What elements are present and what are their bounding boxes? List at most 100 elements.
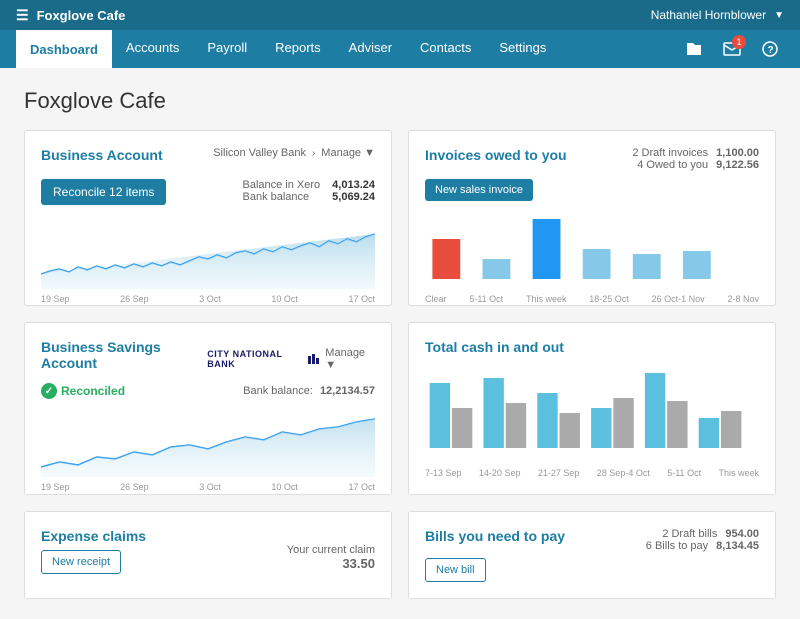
nav-adviser[interactable]: Adviser — [335, 30, 406, 68]
expense-claims-title: Expense claims — [41, 528, 146, 544]
invoices-title: Invoices owed to you — [425, 147, 567, 163]
chart-label-2: 26 Sep — [120, 294, 149, 304]
city-national-bank-logo: CITY NATIONAL BANK — [207, 349, 319, 369]
inv-label-4: 18-25 Oct — [589, 294, 629, 304]
bar2 — [312, 354, 315, 364]
cash-label-3: 21-27 Sep — [538, 468, 580, 478]
cash-label-6: This week — [718, 468, 759, 478]
account-bank-manage: Silicon Valley Bank › Manage ▼ — [213, 147, 375, 159]
mail-button[interactable]: 1 — [718, 35, 746, 63]
cash-label-2: 14-20 Sep — [479, 468, 521, 478]
savings-manage-link[interactable]: Manage ▼ — [325, 347, 375, 371]
user-chevron-icon: ▼ — [774, 10, 784, 21]
expense-content: New receipt Your current claim 33.50 — [41, 544, 375, 574]
nav-contacts[interactable]: Contacts — [406, 30, 485, 68]
mail-badge: 1 — [732, 35, 746, 49]
new-invoice-button[interactable]: New sales invoice — [425, 179, 533, 201]
check-icon: ✓ — [41, 383, 57, 399]
bills-to-pay-value: 8,134.45 — [716, 540, 759, 552]
chart-label-5: 17 Oct — [348, 294, 375, 304]
balance-xero-label: Balance in Xero — [243, 179, 321, 191]
balance-xero-value: 4,013.24 — [332, 179, 375, 191]
current-claim-section: Your current claim 33.50 — [287, 544, 375, 571]
inv-label-1: Clear — [425, 294, 447, 304]
company-name: Foxglove Cafe — [37, 8, 126, 23]
invoices-chart: Clear 5-11 Oct This week 18-25 Oct 26 Oc… — [425, 209, 759, 289]
bills-to-pay-row: 6 Bills to pay 8,134.45 — [646, 540, 759, 552]
page-content: Foxglove Cafe Business Account Silicon V… — [0, 68, 800, 619]
top-bar: ☰ Foxglove Cafe Nathaniel Hornblower ▼ — [0, 0, 800, 30]
business-account-card: Business Account Silicon Valley Bank › M… — [24, 130, 392, 306]
menu-icon: ☰ — [16, 7, 29, 24]
nav-reports[interactable]: Reports — [261, 30, 335, 68]
inv-label-5: 26 Oct-1 Nov — [652, 294, 705, 304]
savings-chart: 19 Sep 26 Sep 3 Oct 10 Oct 17 Oct — [41, 407, 375, 477]
files-button[interactable] — [680, 35, 708, 63]
business-chart-labels: 19 Sep 26 Sep 3 Oct 10 Oct 17 Oct — [41, 294, 375, 304]
new-bill-button[interactable]: New bill — [425, 558, 486, 582]
savings-chart-labels: 19 Sep 26 Sep 3 Oct 10 Oct 17 Oct — [41, 482, 375, 492]
page-title: Foxglove Cafe — [24, 88, 776, 114]
chart-label-1: 19 Sep — [41, 294, 70, 304]
business-bank-name: Silicon Valley Bank — [213, 147, 306, 159]
bar1 — [308, 356, 311, 364]
savings-bank-manage: CITY NATIONAL BANK Manage ▼ — [207, 347, 375, 371]
cash-label-4: 28 Sep-4 Oct — [597, 468, 650, 478]
owed-label: 4 Owed to you — [637, 159, 708, 171]
balance-bank-row: Bank balance 5,069.24 — [243, 191, 376, 203]
sav-label-5: 17 Oct — [348, 482, 375, 492]
svg-text:?: ? — [768, 45, 774, 56]
nav-settings[interactable]: Settings — [485, 30, 560, 68]
draft-invoices-value: 1,100.00 — [716, 147, 759, 159]
sav-label-1: 19 Sep — [41, 482, 70, 492]
dashboard-grid: Business Account Silicon Valley Bank › M… — [24, 130, 776, 599]
user-menu[interactable]: Nathaniel Hornblower ▼ — [651, 8, 784, 22]
nav-dashboard[interactable]: Dashboard — [16, 30, 112, 68]
savings-account-card: Business Savings Account CITY NATIONAL B… — [24, 322, 392, 495]
nav-bar: Dashboard Accounts Payroll Reports Advis… — [0, 30, 800, 68]
reconcile-button[interactable]: Reconcile 12 items — [41, 179, 166, 205]
total-cash-title: Total cash in and out — [425, 339, 564, 355]
bank-logo-bars — [308, 354, 319, 364]
inv-label-3: This week — [526, 294, 567, 304]
nav-accounts[interactable]: Accounts — [112, 30, 193, 68]
chart-label-3: 3 Oct — [199, 294, 221, 304]
inv-label-6: 2-8 Nov — [727, 294, 759, 304]
savings-header: Business Savings Account CITY NATIONAL B… — [41, 339, 375, 379]
nav-actions: 1 ? — [680, 30, 784, 68]
reconciled-label: Reconciled — [61, 384, 125, 398]
help-button[interactable]: ? — [756, 35, 784, 63]
current-claim-value: 33.50 — [287, 556, 375, 571]
manage-link-icon: › — [312, 148, 315, 159]
balance-bank-label: Bank balance — [243, 191, 310, 203]
manage-link[interactable]: Manage ▼ — [321, 147, 375, 159]
invoices-chart-labels: Clear 5-11 Oct This week 18-25 Oct 26 Oc… — [425, 294, 759, 304]
account-header: Business Account Silicon Valley Bank › M… — [41, 147, 375, 171]
total-cash-card: Total cash in and out — [408, 322, 776, 495]
new-receipt-button[interactable]: New receipt — [41, 550, 121, 574]
bills-stats: 2 Draft bills 954.00 6 Bills to pay 8,13… — [646, 528, 759, 552]
bar3 — [316, 358, 319, 364]
chart-label-4: 10 Oct — [271, 294, 298, 304]
savings-balance: Bank balance: 12,2134.57 — [243, 385, 375, 397]
bills-to-pay-label: 6 Bills to pay — [646, 540, 708, 552]
nav-payroll[interactable]: Payroll — [193, 30, 261, 68]
draft-bills-row: 2 Draft bills 954.00 — [646, 528, 759, 540]
cash-label-1: 7-13 Sep — [425, 468, 462, 478]
balance-bank-value: 5,069.24 — [332, 191, 375, 203]
savings-balance-label: Bank balance: — [243, 385, 313, 397]
savings-balance-value: 12,2134.57 — [320, 385, 375, 397]
user-name: Nathaniel Hornblower — [651, 8, 766, 22]
inv-label-2: 5-11 Oct — [469, 294, 503, 304]
invoice-stats: 2 Draft invoices 1,100.00 4 Owed to you … — [632, 147, 759, 171]
bills-title: Bills you need to pay — [425, 528, 565, 544]
cash-chart-labels: 7-13 Sep 14-20 Sep 21-27 Sep 28 Sep-4 Oc… — [425, 468, 759, 478]
business-account-title: Business Account — [41, 147, 163, 163]
sav-label-3: 3 Oct — [199, 482, 221, 492]
owed-value: 9,122.56 — [716, 159, 759, 171]
sav-label-4: 10 Oct — [271, 482, 298, 492]
total-cash-chart: 7-13 Sep 14-20 Sep 21-27 Sep 28 Sep-4 Oc… — [425, 363, 759, 478]
draft-bills-label: 2 Draft bills — [662, 528, 717, 540]
invoices-card: Invoices owed to you 2 Draft invoices 1,… — [408, 130, 776, 306]
brand: ☰ Foxglove Cafe — [16, 7, 125, 24]
